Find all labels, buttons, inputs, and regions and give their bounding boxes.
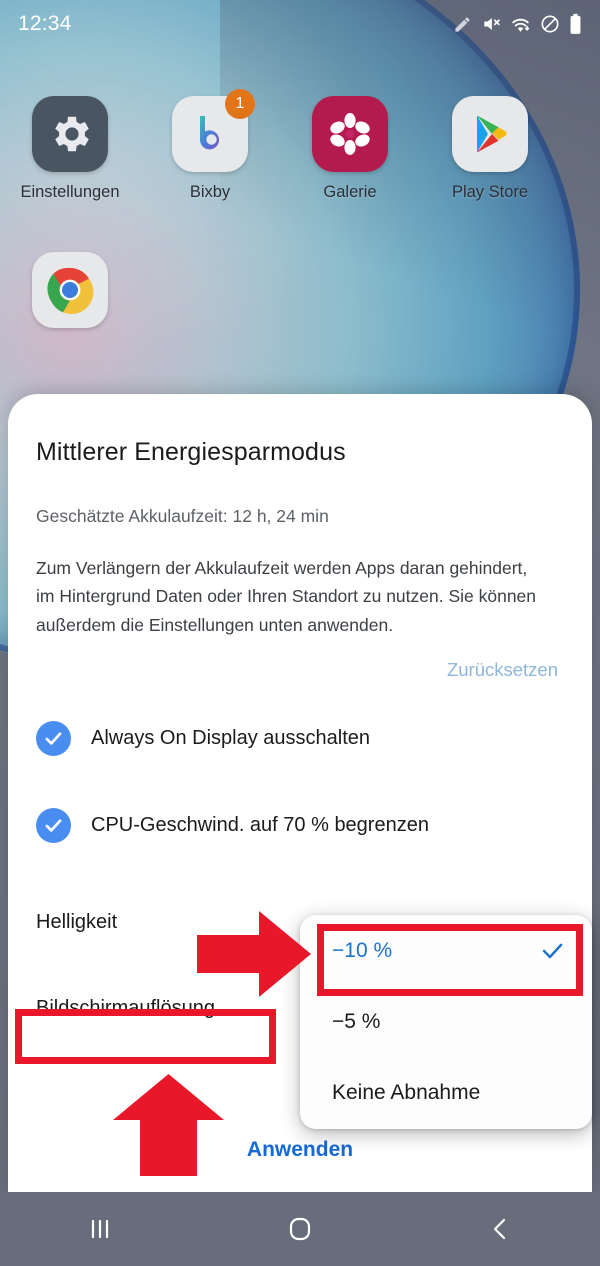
check-icon [539, 937, 566, 964]
app-chrome[interactable] [0, 252, 140, 339]
volume-muted-icon [481, 14, 501, 34]
app-einstellungen[interactable]: Einstellungen [0, 96, 140, 202]
dropdown-option-minus-10[interactable]: −10 % [300, 915, 592, 986]
dropdown-option-minus-5[interactable]: −5 % [300, 986, 592, 1057]
app-label: Bixby [189, 183, 231, 201]
bixby-badge: 1 [225, 89, 255, 119]
gallery-flower-icon[interactable] [312, 96, 388, 172]
app-row-2 [0, 252, 600, 339]
battery-icon [569, 13, 582, 35]
status-bar: 12:34 [0, 0, 600, 48]
play-store-icon[interactable] [452, 96, 528, 172]
nav-back-button[interactable] [400, 1216, 600, 1242]
sheet-description: Zum Verlängern der Akkulaufzeit werden A… [36, 558, 537, 635]
app-grid: Einstellungen 1 Bixby Galerie Play Store [0, 89, 600, 339]
nav-recents-button[interactable] [0, 1216, 200, 1242]
nav-home-button[interactable] [200, 1215, 400, 1243]
checkbox-row-always-on-display[interactable]: Always On Display ausschalten [36, 681, 564, 757]
brightness-dropdown-menu: −10 % −5 % Keine Abnahme [300, 915, 592, 1129]
app-label: Galerie [323, 183, 377, 201]
do-not-disturb-icon [540, 14, 560, 34]
checkbox-row-cpu-limit[interactable]: CPU-Geschwind. auf 70 % begrenzen [36, 756, 564, 844]
status-bar-clock: 12:34 [18, 12, 72, 35]
wifi-icon [510, 15, 531, 34]
pencil-icon [453, 15, 472, 34]
reset-row: Zurücksetzen [36, 639, 564, 681]
bixby-icon[interactable]: 1 [172, 89, 255, 172]
settings-gear-icon[interactable] [32, 96, 108, 172]
app-label: Play Store [451, 183, 529, 201]
checkbox-label: CPU-Geschwind. auf 70 % begrenzen [91, 814, 429, 837]
estimated-battery-life: Geschätzte Akkulaufzeit: 12 h, 24 min [36, 506, 329, 526]
dropdown-option-label: −5 % [332, 1009, 381, 1033]
checkbox-checked-icon[interactable] [36, 721, 71, 757]
navigation-bar [0, 1192, 600, 1266]
app-bixby[interactable]: 1 Bixby [140, 89, 280, 202]
chrome-icon[interactable] [32, 252, 108, 328]
setting-label-brightness: Helligkeit [36, 910, 118, 933]
page-title: Mittlerer Energiesparmodus [36, 438, 346, 466]
apply-button[interactable]: Anwenden [247, 1138, 353, 1162]
app-row-1: Einstellungen 1 Bixby Galerie Play Store [0, 89, 600, 202]
reset-button[interactable]: Zurücksetzen [447, 659, 558, 681]
checkbox-label: Always On Display ausschalten [91, 727, 371, 750]
dropdown-option-label: −10 % [332, 938, 393, 962]
status-bar-icons [453, 13, 582, 35]
checkbox-checked-icon[interactable] [36, 808, 71, 844]
setting-label-resolution: Bildschirmauflösung [36, 996, 215, 1019]
app-galerie[interactable]: Galerie [280, 96, 420, 202]
app-label: Einstellungen [20, 183, 120, 201]
dropdown-option-label: Keine Abnahme [332, 1080, 481, 1104]
apply-row: Anwenden [8, 1138, 592, 1162]
dropdown-option-keine-abnahme[interactable]: Keine Abnahme [300, 1057, 592, 1128]
app-play-store[interactable]: Play Store [420, 96, 560, 202]
